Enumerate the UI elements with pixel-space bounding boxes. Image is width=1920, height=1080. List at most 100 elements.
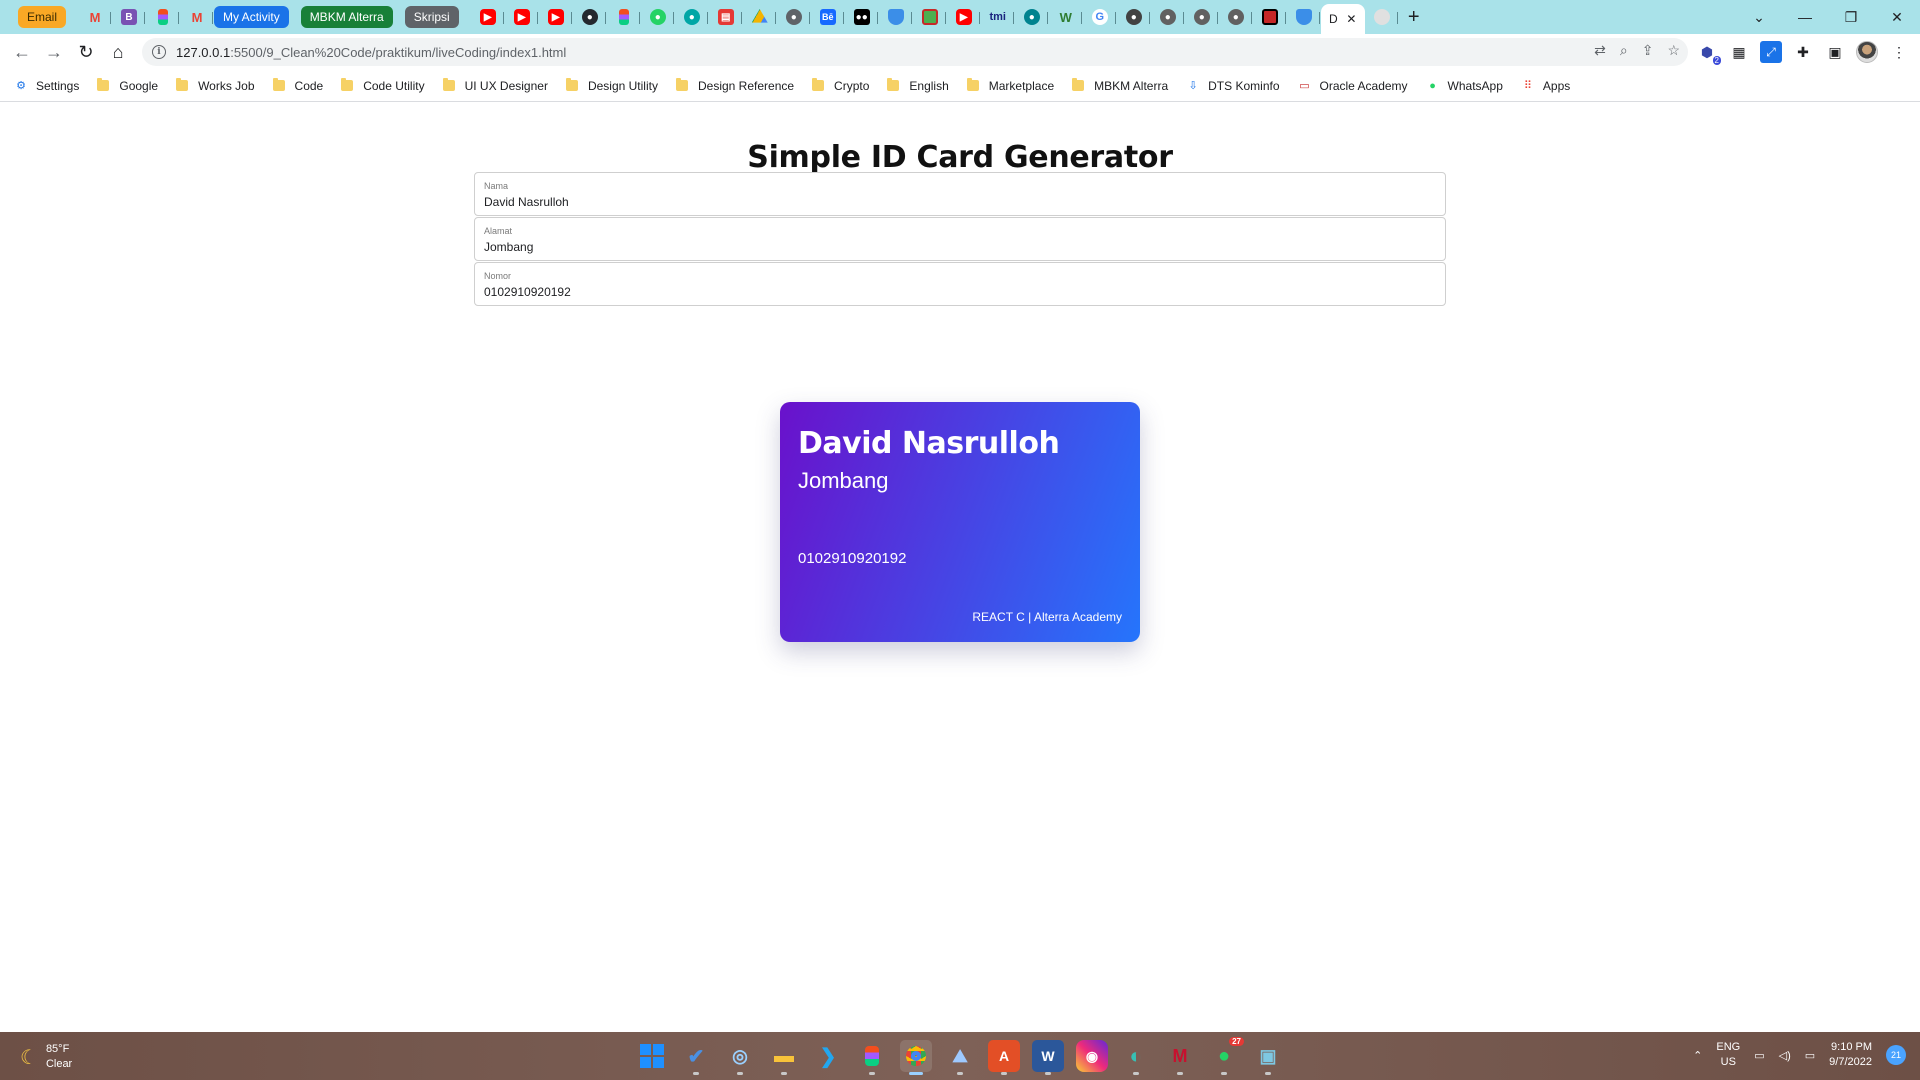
- tab[interactable]: ●: [675, 4, 709, 30]
- windows-start-icon[interactable]: [636, 1040, 668, 1072]
- bookmark-ui-ux-designer[interactable]: UI UX Designer: [442, 78, 548, 93]
- address-bar[interactable]: i 127.0.0.1:5500/9_Clean%20Code/praktiku…: [142, 38, 1688, 66]
- volume-icon[interactable]: ◁): [1779, 1049, 1791, 1062]
- bookmark-crypto[interactable]: Crypto: [812, 78, 869, 93]
- battery-icon[interactable]: ▭: [1805, 1049, 1815, 1062]
- figma-icon[interactable]: [856, 1040, 888, 1075]
- tab[interactable]: ●●: [845, 4, 879, 30]
- tab[interactable]: ▤: [709, 4, 743, 30]
- nama-input[interactable]: [484, 195, 1424, 209]
- share-icon[interactable]: ⇪: [1642, 42, 1654, 59]
- tab[interactable]: ●: [641, 4, 675, 30]
- forward-icon[interactable]: →: [38, 36, 70, 68]
- tab[interactable]: [913, 4, 947, 30]
- tab[interactable]: ●: [1185, 4, 1219, 30]
- nomor-input[interactable]: [484, 285, 1424, 299]
- site-info-icon[interactable]: i: [152, 45, 166, 59]
- weather-widget[interactable]: ☾ 85°F Clear: [20, 1042, 72, 1072]
- tab[interactable]: ▶: [539, 4, 573, 30]
- bookmark-code-utility[interactable]: Code Utility: [341, 78, 425, 93]
- bookmark-whatsapp[interactable]: ● WhatsApp: [1426, 79, 1503, 93]
- tab-group-email[interactable]: Email: [18, 6, 67, 28]
- new-tab-button[interactable]: +: [1399, 4, 1429, 30]
- bookmark-dts-kominfo[interactable]: ⇩ DTS Kominfo: [1186, 79, 1280, 93]
- tab[interactable]: [879, 4, 913, 30]
- tab[interactable]: [1287, 4, 1321, 30]
- bookmark-works-job[interactable]: Works Job: [176, 78, 255, 93]
- clapper-icon[interactable]: ▦: [1728, 41, 1750, 63]
- bookmark-design-utility[interactable]: Design Utility: [565, 78, 658, 93]
- bookmark-marketplace[interactable]: Marketplace: [966, 78, 1054, 93]
- profile-avatar[interactable]: [1856, 41, 1878, 63]
- tab[interactable]: ▶: [505, 4, 539, 30]
- tab[interactable]: M: [78, 4, 112, 30]
- tab[interactable]: ▶: [471, 4, 505, 30]
- tab[interactable]: ▶: [947, 4, 981, 30]
- language-indicator[interactable]: ENG US: [1716, 1040, 1740, 1070]
- word-icon[interactable]: W: [1032, 1040, 1064, 1075]
- tab-search-icon[interactable]: ⌄: [1736, 0, 1782, 34]
- file-explorer-icon[interactable]: ▬: [768, 1040, 800, 1075]
- tab[interactable]: [1365, 4, 1399, 30]
- bookmark-mbkm-alterra[interactable]: MBKM Alterra: [1072, 78, 1168, 93]
- cortana-icon[interactable]: ◎: [724, 1040, 756, 1075]
- nomor-field[interactable]: Nomor: [474, 262, 1446, 306]
- tab[interactable]: ●: [1219, 4, 1253, 30]
- translate-icon[interactable]: ⇄: [1594, 42, 1606, 59]
- todo-icon[interactable]: ✔: [680, 1040, 712, 1075]
- tab[interactable]: M: [180, 4, 214, 30]
- bookmark-google[interactable]: Google: [97, 78, 158, 93]
- tab[interactable]: G: [1083, 4, 1117, 30]
- tab-active[interactable]: D ✕: [1320, 4, 1365, 34]
- clock[interactable]: 9:10 PM 9/7/2022: [1829, 1040, 1872, 1070]
- tab[interactable]: W: [1049, 4, 1083, 30]
- bookmark-star-icon[interactable]: ☆: [1667, 42, 1680, 59]
- resize-icon[interactable]: ⤢: [1760, 41, 1782, 63]
- tab[interactable]: tmi: [981, 4, 1015, 30]
- bookmark-settings[interactable]: ⚙ Settings: [14, 79, 79, 93]
- alamat-input[interactable]: [484, 240, 1424, 254]
- back-icon[interactable]: ←: [6, 36, 38, 68]
- bookmark-code[interactable]: Code: [272, 78, 323, 93]
- home-icon[interactable]: ⌂: [102, 36, 134, 68]
- extension-icon[interactable]: ⬢ 2: [1696, 41, 1721, 65]
- tab[interactable]: B: [112, 4, 146, 30]
- bookmark-english[interactable]: English: [887, 78, 949, 93]
- alamat-field[interactable]: Alamat: [474, 217, 1446, 261]
- close-tab-icon[interactable]: ✕: [1346, 12, 1356, 26]
- instagram-icon[interactable]: ◉: [1076, 1040, 1108, 1072]
- tab-group-my-activity[interactable]: My Activity: [214, 6, 289, 28]
- tab[interactable]: [743, 4, 777, 30]
- reload-icon[interactable]: ↻: [70, 36, 102, 68]
- bookmark-oracle-academy[interactable]: ▭ Oracle Academy: [1298, 79, 1407, 93]
- tab[interactable]: Bē: [811, 4, 845, 30]
- network-icon[interactable]: ▭: [1754, 1049, 1764, 1062]
- chevron-up-icon[interactable]: ⌃: [1693, 1049, 1702, 1062]
- bookmark-design-reference[interactable]: Design Reference: [675, 78, 794, 93]
- notification-badge[interactable]: 21: [1886, 1045, 1906, 1065]
- tab[interactable]: ●: [573, 4, 607, 30]
- mendeley-icon[interactable]: M: [1164, 1040, 1196, 1075]
- acrobat-icon[interactable]: A: [988, 1040, 1020, 1075]
- close-window-icon[interactable]: ✕: [1874, 0, 1920, 34]
- chrome-icon[interactable]: [900, 1040, 932, 1075]
- tab[interactable]: ●: [1015, 4, 1049, 30]
- minimize-icon[interactable]: —: [1782, 0, 1828, 34]
- puzzle-icon[interactable]: ✚: [1792, 41, 1814, 63]
- zoom-icon[interactable]: ⌕: [1620, 42, 1628, 59]
- tab-group-mbkm-alterra[interactable]: MBKM Alterra: [300, 6, 393, 28]
- tab[interactable]: ●: [777, 4, 811, 30]
- whatsapp-icon[interactable]: ● 27: [1208, 1037, 1244, 1075]
- nama-field[interactable]: Nama: [474, 172, 1446, 216]
- vscode-icon[interactable]: ❯: [812, 1040, 844, 1072]
- gallery-icon[interactable]: ▣: [1252, 1040, 1284, 1075]
- menu-icon[interactable]: ⋮: [1888, 41, 1910, 63]
- tab[interactable]: ●: [1117, 4, 1151, 30]
- side-panel-icon[interactable]: ▣: [1824, 41, 1846, 63]
- tab[interactable]: [146, 4, 180, 30]
- edge-icon[interactable]: ◐: [1120, 1040, 1152, 1075]
- tab[interactable]: ●: [1151, 4, 1185, 30]
- restore-icon[interactable]: ❐: [1828, 0, 1874, 34]
- tab-group-skripsi[interactable]: Skripsi: [404, 6, 459, 28]
- tab[interactable]: [1253, 4, 1287, 30]
